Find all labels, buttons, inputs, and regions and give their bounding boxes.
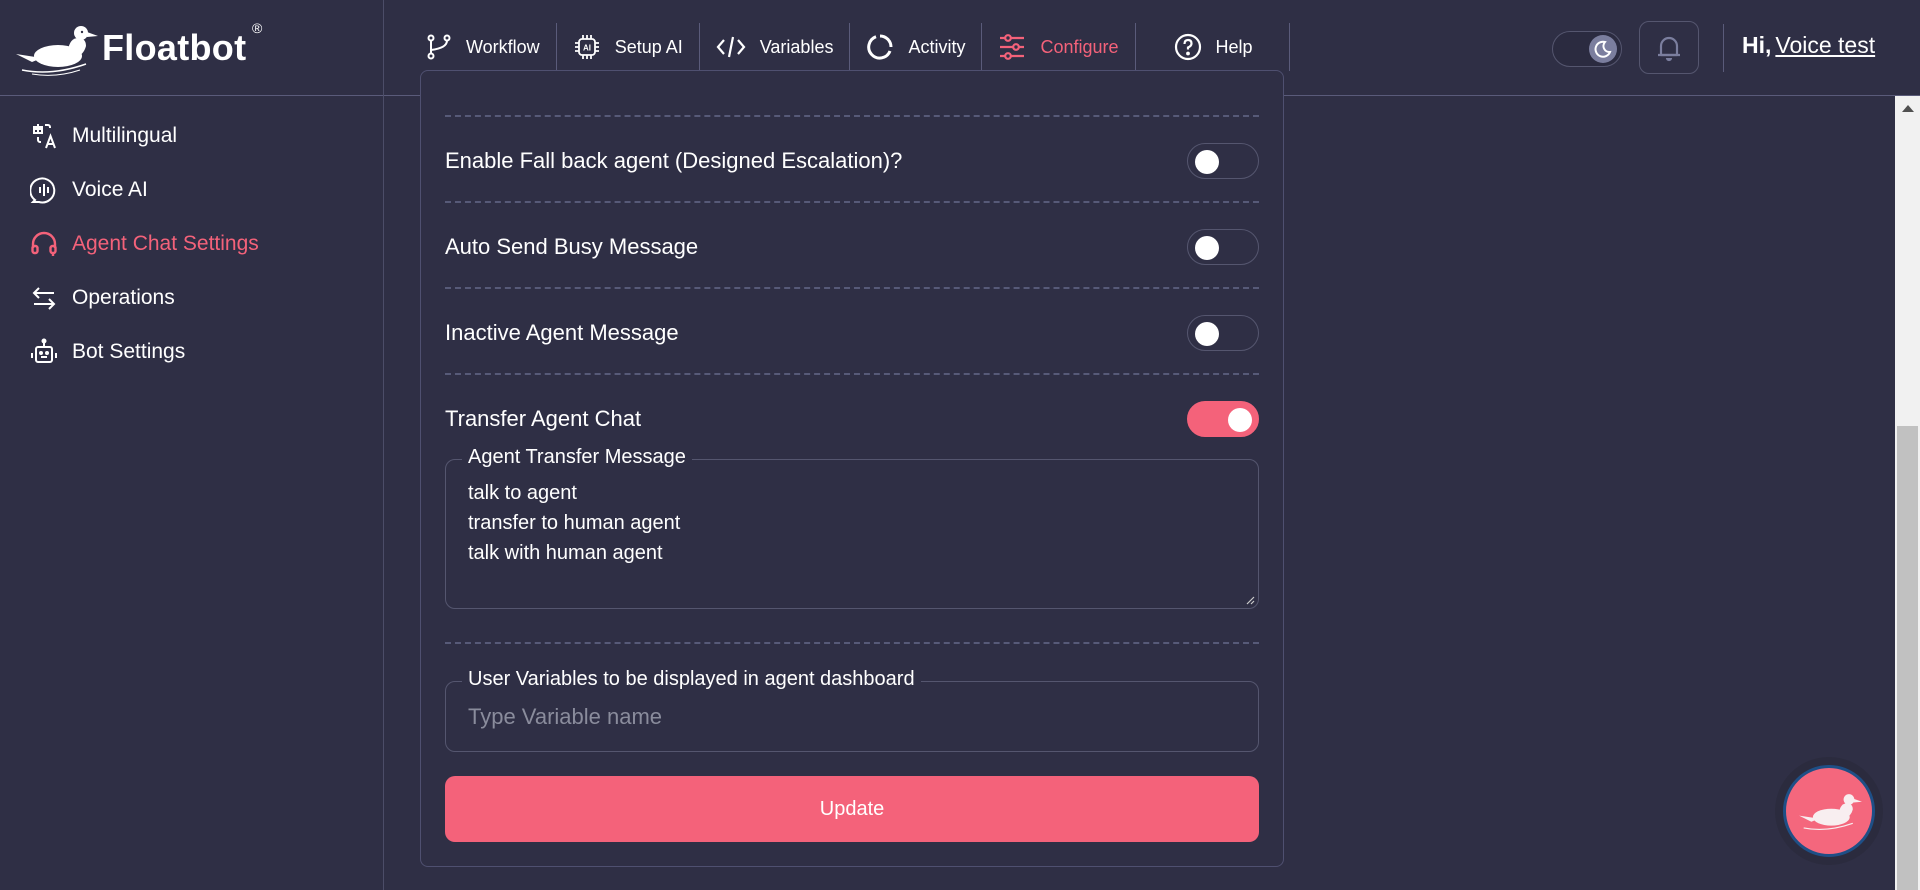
notifications-button[interactable]	[1639, 21, 1699, 74]
help-circle-icon	[1174, 33, 1201, 61]
translate-icon	[33, 124, 56, 149]
bell-icon	[1658, 36, 1680, 61]
theme-toggle[interactable]	[1552, 31, 1622, 67]
sidebar-item-label: Voice AI	[72, 178, 148, 201]
agent-transfer-message-textarea[interactable]	[468, 478, 1246, 600]
scroll-up-button[interactable]	[1895, 96, 1920, 120]
setting-row-transfer-agent: Transfer Agent Chat	[445, 399, 1259, 439]
user-greeting: Hi, Voice test	[1742, 32, 1875, 59]
divider	[445, 115, 1259, 117]
moon-icon	[1594, 40, 1612, 58]
nav-activity[interactable]: Activity	[850, 23, 983, 71]
toggle-knob	[1195, 236, 1219, 260]
chat-launcher-button[interactable]	[1775, 757, 1883, 865]
nav-label: Activity	[908, 36, 966, 57]
greeting-prefix: Hi,	[1742, 32, 1772, 58]
setting-label: Inactive Agent Message	[445, 320, 679, 345]
sidebar-item-label: Bot Settings	[72, 340, 186, 363]
sidebar-item-label: Multilingual	[72, 124, 178, 147]
nav-label: Workflow	[466, 36, 540, 57]
setting-row-auto-busy: Auto Send Busy Message	[445, 227, 1259, 267]
username-link[interactable]: Voice test	[1775, 32, 1875, 58]
caret-up-icon	[1901, 105, 1914, 112]
sidebar-item-label: Operations	[72, 286, 175, 309]
duck-logo-icon	[1799, 794, 1862, 830]
toggle-knob	[1195, 322, 1219, 346]
nav-workflow[interactable]: Workflow	[410, 23, 557, 71]
nav-variables[interactable]: Variables	[700, 23, 851, 71]
divider	[445, 642, 1259, 644]
brand-name: Floatbot	[102, 27, 247, 68]
setting-label: Auto Send Busy Message	[445, 234, 699, 259]
theme-knob	[1589, 35, 1617, 63]
user-variable-input[interactable]	[468, 700, 1246, 734]
code-icon	[716, 36, 746, 58]
field-legend: User Variables to be displayed in agent …	[462, 668, 921, 691]
sliders-icon	[1000, 34, 1025, 60]
fallback-agent-toggle[interactable]	[1187, 143, 1259, 179]
agent-transfer-message-field: Agent Transfer Message	[445, 446, 1259, 609]
nav-label: Setup AI	[614, 36, 683, 57]
divider	[445, 373, 1259, 375]
nav-label: Variables	[759, 36, 834, 57]
scroll-thumb[interactable]	[1897, 426, 1918, 890]
sidebar-item-voice-ai[interactable]: Voice AI	[30, 176, 148, 204]
agent-chat-settings-panel: Enable Fall back agent (Designed Escalat…	[420, 70, 1284, 867]
nav-label: Help	[1215, 36, 1253, 57]
toggle-knob	[1228, 408, 1252, 432]
resize-handle-icon[interactable]	[1245, 595, 1255, 605]
transfer-agent-chat-toggle[interactable]	[1187, 401, 1259, 437]
update-button[interactable]: Update	[445, 776, 1259, 842]
divider	[445, 287, 1259, 289]
chat-launcher-inner	[1783, 765, 1875, 857]
sidebar-item-label: Agent Chat Settings	[72, 232, 259, 255]
user-variables-field: User Variables to be displayed in agent …	[445, 668, 1259, 752]
floatbot-logo[interactable]: Floatbot ®	[12, 20, 262, 76]
sidebar-divider	[383, 0, 384, 890]
auto-busy-message-toggle[interactable]	[1187, 229, 1259, 265]
duck-logo-icon	[16, 26, 98, 76]
voice-wave-icon	[30, 177, 56, 204]
sidebar-item-bot-settings[interactable]: Bot Settings	[30, 338, 185, 366]
field-legend: Agent Transfer Message	[462, 446, 692, 469]
robot-icon	[31, 338, 57, 363]
activity-spinner-icon	[867, 34, 893, 60]
inactive-agent-message-toggle[interactable]	[1187, 315, 1259, 351]
arrows-exchange-icon	[32, 287, 56, 310]
nav-setup-ai[interactable]: AI Setup AI	[557, 23, 700, 71]
nav-label: Configure	[1040, 36, 1119, 57]
svg-text:AI: AI	[583, 44, 591, 53]
header-divider	[1723, 24, 1724, 72]
ai-chip-icon: AI	[574, 35, 599, 59]
nav-help[interactable]: Help	[1136, 23, 1290, 71]
setting-row-inactive-agent: Inactive Agent Message	[445, 313, 1259, 353]
sidebar-item-multilingual[interactable]: Multilingual	[30, 122, 177, 150]
sidebar-item-operations[interactable]: Operations	[30, 284, 175, 312]
setting-row-fallback-agent: Enable Fall back agent (Designed Escalat…	[445, 141, 1259, 181]
page-scrollbar[interactable]	[1895, 96, 1920, 890]
registered-mark: ®	[252, 20, 263, 36]
setting-label: Transfer Agent Chat	[445, 406, 642, 431]
nav-configure[interactable]: Configure	[982, 23, 1136, 71]
headset-icon	[31, 231, 57, 256]
divider	[445, 201, 1259, 203]
sidebar-item-agent-chat-settings[interactable]: Agent Chat Settings	[30, 230, 259, 258]
workflow-branch-icon	[427, 34, 451, 60]
setting-label: Enable Fall back agent (Designed Escalat…	[445, 148, 903, 173]
toggle-knob	[1195, 150, 1219, 174]
